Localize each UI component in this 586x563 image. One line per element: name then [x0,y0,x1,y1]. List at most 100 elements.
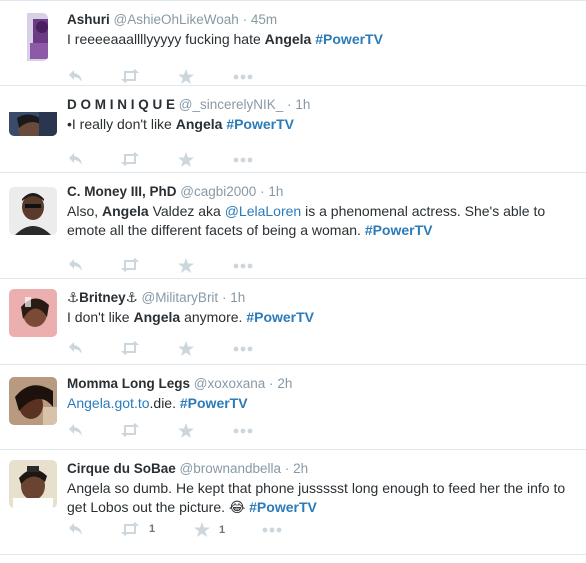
username[interactable]: @MilitaryBrit [141,290,218,305]
more-icon [262,527,282,533]
avatar[interactable] [9,460,57,508]
highlighted-term: Angela [264,31,312,47]
tweet-actions [68,258,568,274]
separator: · [260,184,265,199]
tweet-header: D O M I N I Q U E @_sincerelyNIK_ · 1h [67,96,574,114]
tweet-header: Momma Long Legs @xoxoxana · 2h [67,375,574,393]
avatar[interactable] [18,13,48,61]
reply-icon [68,341,84,355]
favorite-icon [178,341,194,356]
timestamp[interactable]: 2h [277,376,292,391]
timestamp[interactable]: 45m [251,12,277,27]
retweet-icon [120,341,140,355]
fullname[interactable]: Ashuri [67,12,110,27]
username[interactable]: @brownandbella [180,461,282,476]
retweet-icon [120,522,140,536]
reply-button[interactable] [68,152,84,166]
reply-button[interactable] [68,69,84,83]
hashtag-link[interactable]: #PowerTV [315,31,383,47]
favorite-button[interactable] [178,258,194,273]
tweet-text: •I really don't like Angela #PowerTV [67,115,574,134]
text-segment: Also, [67,203,103,219]
retweet-button[interactable] [120,69,140,83]
hashtag-link[interactable]: #PowerTV [249,499,317,515]
reply-button[interactable] [68,258,84,272]
reply-icon [68,522,84,536]
separator: · [287,97,292,112]
favorite-icon [194,522,210,537]
timestamp[interactable]: 1h [230,290,245,305]
mention-link[interactable]: Angela.got.to [67,395,150,411]
more-button[interactable] [233,428,253,434]
timestamp[interactable]: 2h [293,461,308,476]
avatar[interactable] [9,187,57,235]
retweet-button[interactable] [120,152,140,166]
avatar[interactable] [9,289,57,337]
reply-button[interactable] [68,341,84,355]
separator: · [221,290,227,305]
tweet-text: I don't like Angela anymore. #PowerTV [67,308,574,327]
more-icon [233,74,253,80]
hashtag-link[interactable]: #PowerTV [180,395,248,411]
retweet-button[interactable]: 1 [120,522,155,536]
username[interactable]: @xoxoxana [194,376,266,391]
tweet-header: C. Money III, PhD @cagbi2000 · 1h [67,183,574,201]
tweet-stream: Ashuri @AshieOhLikeWoah · 45m I reeeeaaa… [0,0,586,555]
fullname[interactable]: ⚓Britney⚓ [67,290,138,305]
favorite-icon [178,152,194,167]
text-segment: I don't like [67,309,134,325]
more-button[interactable] [233,74,253,80]
reply-button[interactable] [68,423,84,437]
reply-icon [68,258,84,272]
reply-button[interactable] [68,522,84,536]
more-icon [233,346,253,352]
tweet-item[interactable]: Momma Long Legs @xoxoxana · 2h Angela.go… [0,365,586,450]
retweet-button[interactable] [120,258,140,272]
fullname[interactable]: Cirque du SoBae [67,461,176,476]
avatar[interactable] [9,104,57,136]
tweet-header: ⚓Britney⚓ @MilitaryBrit · 1h [67,289,574,307]
more-icon [233,263,253,269]
tweet-item[interactable]: ⚓Britney⚓ @MilitaryBrit · 1h I don't lik… [0,279,586,365]
more-icon [233,428,253,434]
username[interactable]: @cagbi2000 [180,184,256,199]
hashtag-link[interactable]: #PowerTV [226,116,294,132]
reply-icon [68,69,84,83]
timestamp[interactable]: 1h [295,97,310,112]
more-button[interactable] [233,346,253,352]
separator: · [269,376,274,391]
more-button[interactable] [233,263,253,269]
mention-link[interactable]: @LelaLoren [225,203,302,219]
tweet-item[interactable]: D O M I N I Q U E @_sincerelyNIK_ · 1h •… [0,86,586,173]
username[interactable]: @AshieOhLikeWoah [114,12,239,27]
tweet-item[interactable]: Cirque du SoBae @brownandbella · 2h Ange… [0,450,586,555]
favorite-button[interactable] [178,69,194,84]
username[interactable]: @_sincerelyNIK_ [179,97,284,112]
fullname[interactable]: D O M I N I Q U E [67,97,175,112]
hashtag-link[interactable]: #PowerTV [246,309,314,325]
hashtag-link[interactable]: #PowerTV [365,222,433,238]
favorite-button[interactable]: 1 [194,522,225,537]
favorite-button[interactable] [178,152,194,167]
more-icon [233,157,253,163]
retweet-icon [120,423,140,437]
tweet-item[interactable]: Ashuri @AshieOhLikeWoah · 45m I reeeeaaa… [0,0,586,86]
timestamp[interactable]: 1h [268,184,283,199]
favorite-button[interactable] [178,341,194,356]
text-segment: I reeeeaaallllyyyyy fucking hate [67,31,265,47]
more-button[interactable] [233,157,253,163]
retweet-button[interactable] [120,423,140,437]
fullname[interactable]: C. Money III, PhD [67,184,177,199]
tweet-item[interactable]: C. Money III, PhD @cagbi2000 · 1h Also, … [0,173,586,279]
retweet-count: 1 [149,523,156,535]
retweet-button[interactable] [120,341,140,355]
more-button[interactable] [262,527,282,533]
favorite-button[interactable] [178,423,194,438]
tweet-actions [68,341,568,357]
separator: · [242,12,248,27]
fullname[interactable]: Momma Long Legs [67,376,190,391]
favorite-icon [178,258,194,273]
text-segment: •I really don't like [67,116,176,132]
avatar[interactable] [9,377,57,425]
tweet-actions [68,69,568,85]
